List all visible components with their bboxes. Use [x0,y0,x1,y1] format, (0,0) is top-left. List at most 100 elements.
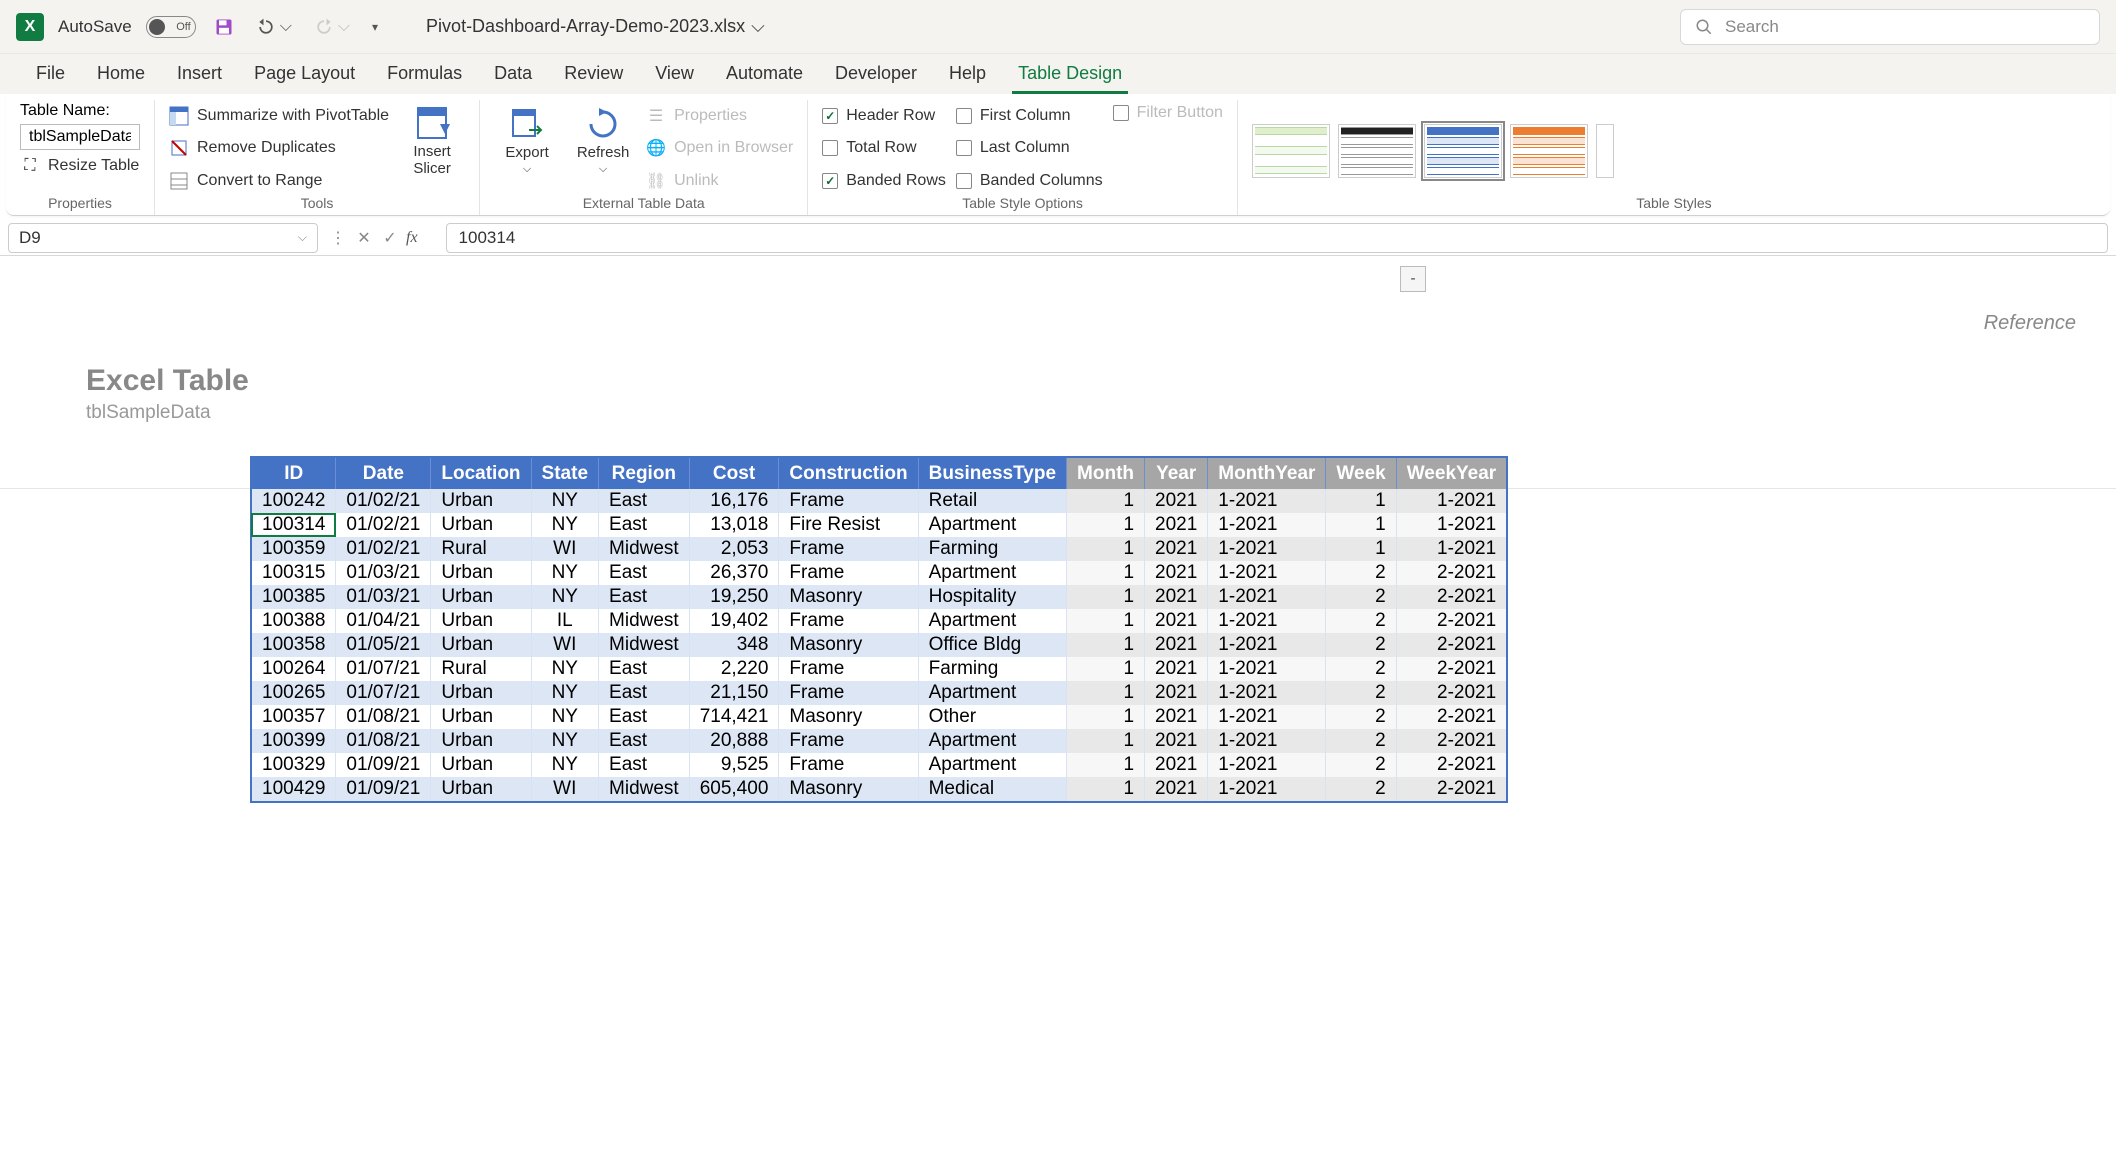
cell[interactable]: 2021 [1145,513,1208,537]
cell[interactable]: 1 [1067,489,1145,513]
table-style-blue[interactable] [1424,124,1502,178]
cell[interactable]: Masonry [779,777,918,802]
cell[interactable]: Frame [779,753,918,777]
table-row[interactable]: 10026401/07/21RuralNYEast2,220FrameFarmi… [251,657,1507,681]
cell[interactable]: 01/08/21 [336,729,431,753]
cell[interactable]: 1 [1067,609,1145,633]
cell[interactable]: 1-2021 [1208,633,1326,657]
cell[interactable]: 2021 [1145,705,1208,729]
cell[interactable]: WI [531,777,598,802]
cell[interactable]: 2-2021 [1396,777,1507,802]
table-row[interactable]: 10024201/02/21UrbanNYEast16,176FrameReta… [251,489,1507,513]
cell[interactable]: 1 [1067,753,1145,777]
cell[interactable]: IL [531,609,598,633]
cell[interactable]: 01/02/21 [336,537,431,561]
tab-automate[interactable]: Automate [710,55,819,94]
cell[interactable]: 100314 [251,513,336,537]
cell[interactable]: 2 [1326,633,1396,657]
cell[interactable]: 2021 [1145,609,1208,633]
column-header[interactable]: Cost [689,457,779,489]
tab-insert[interactable]: Insert [161,55,238,94]
cell[interactable]: Midwest [599,609,690,633]
cell[interactable]: Masonry [779,633,918,657]
search-box[interactable]: Search [1680,9,2100,45]
cell[interactable]: 1-2021 [1208,729,1326,753]
cell[interactable]: 9,525 [689,753,779,777]
last-column-check[interactable]: Last Column [956,139,1103,157]
table-row[interactable]: 10039901/08/21UrbanNYEast20,888FrameApar… [251,729,1507,753]
table-row[interactable]: 10031501/03/21UrbanNYEast26,370FrameApar… [251,561,1507,585]
table-style-light[interactable] [1252,124,1330,178]
cell[interactable]: 100385 [251,585,336,609]
first-column-check[interactable]: First Column [956,107,1103,125]
cell[interactable]: 2021 [1145,585,1208,609]
cell[interactable]: 1-2021 [1396,513,1507,537]
cell[interactable]: WI [531,633,598,657]
cell[interactable]: 100359 [251,537,336,561]
cell[interactable]: Urban [431,777,531,802]
cell[interactable]: Rural [431,537,531,561]
cell[interactable]: NY [531,489,598,513]
cell[interactable]: East [599,681,690,705]
cell[interactable]: NY [531,729,598,753]
cell[interactable]: 1-2021 [1396,537,1507,561]
table-row[interactable]: 10026501/07/21UrbanNYEast21,150FrameApar… [251,681,1507,705]
header-row-check[interactable]: Header Row [822,107,946,125]
cell[interactable]: 2 [1326,681,1396,705]
cell[interactable]: 100429 [251,777,336,802]
cell[interactable]: NY [531,513,598,537]
cell[interactable]: East [599,513,690,537]
table-row[interactable]: 10038801/04/21UrbanILMidwest19,402FrameA… [251,609,1507,633]
cell[interactable]: 2-2021 [1396,681,1507,705]
cancel-icon[interactable]: ✕ [354,228,374,248]
undo-button[interactable]: ⌵ [252,15,296,39]
cell[interactable]: Midwest [599,777,690,802]
cell[interactable]: 1 [1067,729,1145,753]
cell[interactable]: 1 [1326,537,1396,561]
cell[interactable]: 2-2021 [1396,633,1507,657]
cell[interactable]: 1-2021 [1208,705,1326,729]
table-row[interactable]: 10042901/09/21UrbanWIMidwest605,400Mason… [251,777,1507,802]
cell[interactable]: 2021 [1145,633,1208,657]
filename[interactable]: Pivot-Dashboard-Array-Demo-2023.xlsx ⌵ [426,16,765,37]
formula-bar[interactable]: 100314 [446,223,2108,253]
cell[interactable]: East [599,657,690,681]
cell[interactable]: 2 [1326,585,1396,609]
cell[interactable]: Urban [431,681,531,705]
cell[interactable]: 19,250 [689,585,779,609]
cell[interactable]: 01/03/21 [336,585,431,609]
cell[interactable]: 2-2021 [1396,705,1507,729]
cell[interactable]: Midwest [599,633,690,657]
cell[interactable]: 1 [1326,513,1396,537]
cell[interactable]: 100399 [251,729,336,753]
export-button[interactable]: Export ⌵ [494,102,560,195]
column-header[interactable]: MonthYear [1208,457,1326,489]
table-row[interactable]: 10038501/03/21UrbanNYEast19,250MasonryHo… [251,585,1507,609]
column-header[interactable]: Region [599,457,690,489]
table-row[interactable]: 10035701/08/21UrbanNYEast714,421MasonryO… [251,705,1507,729]
cell[interactable]: 2 [1326,777,1396,802]
cell[interactable]: NY [531,561,598,585]
tab-data[interactable]: Data [478,55,548,94]
cell[interactable]: Apartment [918,609,1066,633]
tab-developer[interactable]: Developer [819,55,933,94]
cell[interactable]: Masonry [779,705,918,729]
cell[interactable]: Urban [431,609,531,633]
cell[interactable]: 2 [1326,561,1396,585]
tab-table-design[interactable]: Table Design [1002,55,1138,94]
tab-formulas[interactable]: Formulas [371,55,478,94]
cell[interactable]: NY [531,753,598,777]
cell[interactable]: 01/05/21 [336,633,431,657]
cell[interactable]: NY [531,657,598,681]
cell[interactable]: 2021 [1145,537,1208,561]
cell[interactable]: 100329 [251,753,336,777]
cell[interactable]: 1-2021 [1208,513,1326,537]
cell[interactable]: 2 [1326,705,1396,729]
accept-icon[interactable]: ✓ [380,228,400,248]
qat-customize[interactable]: ▾ [368,18,382,36]
tab-help[interactable]: Help [933,55,1002,94]
cell[interactable]: 100264 [251,657,336,681]
more-icon[interactable]: ⋮ [328,228,348,248]
cell[interactable]: 2-2021 [1396,561,1507,585]
cell[interactable]: 1-2021 [1208,537,1326,561]
